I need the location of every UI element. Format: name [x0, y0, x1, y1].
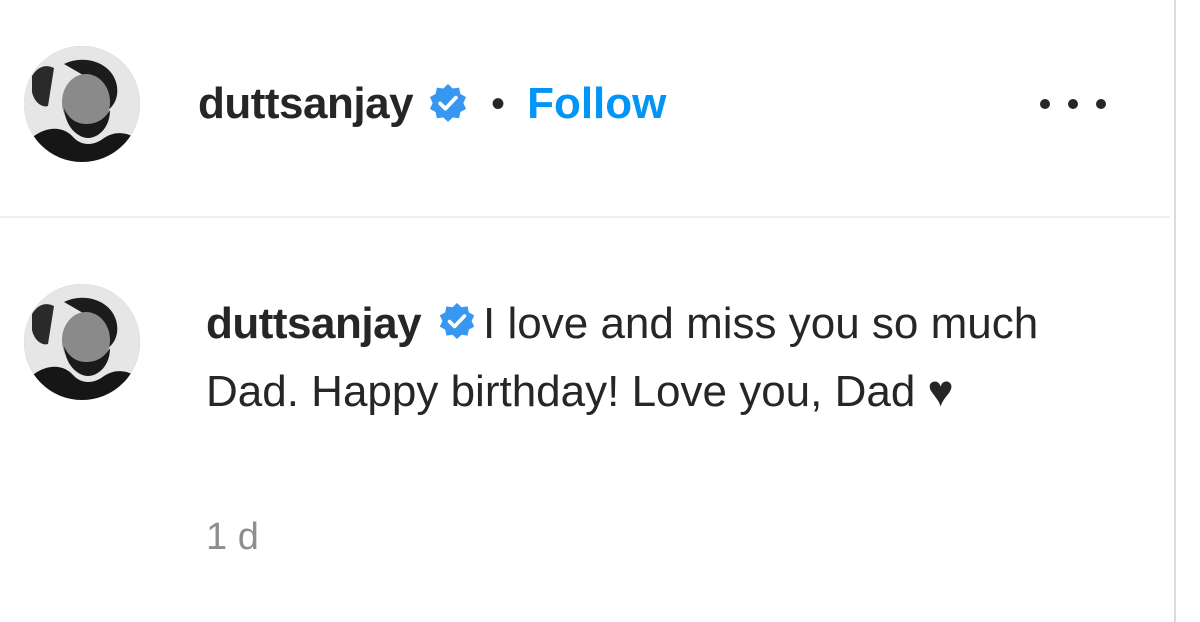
comment-avatar[interactable] — [24, 284, 140, 400]
header-user-line: duttsanjay • Follow — [198, 76, 666, 132]
post-panel: duttsanjay • Follow duttsanjay I love an… — [0, 0, 1176, 622]
more-options-icon[interactable] — [1040, 84, 1106, 124]
header-username[interactable]: duttsanjay — [198, 79, 414, 129]
comment-timestamp[interactable]: 1 d — [206, 516, 259, 559]
post-header: duttsanjay • Follow — [0, 0, 1170, 218]
verified-badge-icon — [427, 83, 469, 125]
comment-body: duttsanjay I love and miss you so much D… — [206, 290, 1086, 426]
verified-badge-icon — [437, 294, 477, 339]
more-dot — [1068, 99, 1078, 109]
more-dot — [1040, 99, 1050, 109]
avatar-image — [24, 46, 140, 162]
profile-avatar[interactable] — [24, 46, 140, 162]
follow-button[interactable]: Follow — [527, 79, 666, 129]
comment-username[interactable]: duttsanjay — [206, 299, 422, 348]
separator-dot: • — [491, 82, 506, 126]
avatar-image — [24, 284, 140, 400]
more-dot — [1096, 99, 1106, 109]
